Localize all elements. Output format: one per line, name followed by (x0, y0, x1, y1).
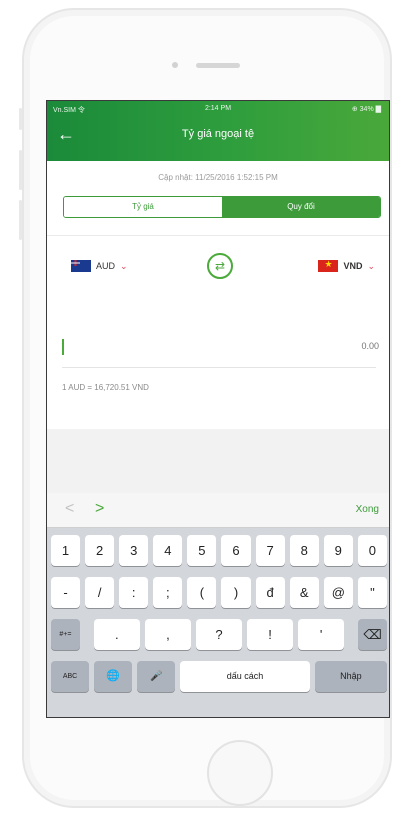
chevron-down-icon: ⌄ (367, 260, 375, 271)
key-4[interactable]: 4 (153, 535, 183, 566)
key-open-paren[interactable]: ( (187, 577, 217, 608)
key-1[interactable]: 1 (51, 535, 81, 566)
page-title: Tỷ giá ngoại tệ (181, 128, 255, 140)
converter-panel: Cập nhật: 11/25/2016 1:52:15 PM Tỷ giá Q… (47, 161, 389, 429)
australia-flag-icon (71, 260, 91, 272)
key-exclamation[interactable]: ! (247, 619, 294, 650)
keyboard: < > Xong 1 2 3 4 5 6 7 8 9 0 - / : ; ( )… (47, 493, 389, 717)
key-3[interactable]: 3 (119, 535, 149, 566)
key-ampersand[interactable]: & (289, 577, 319, 608)
key-dong[interactable]: đ (255, 577, 285, 608)
key-period[interactable]: . (93, 619, 140, 650)
volume-down-button[interactable] (19, 200, 22, 240)
key-8[interactable]: 8 (289, 535, 319, 566)
vietnam-flag-icon (318, 260, 339, 272)
globe-icon[interactable]: 🌐 (94, 661, 133, 692)
keyboard-row-symbols: - / : ; ( ) đ & @ " (51, 577, 387, 608)
key-dash[interactable]: - (51, 577, 81, 608)
key-colon[interactable]: : (119, 577, 149, 608)
tab-exchange-rate[interactable]: Tỷ giá (64, 197, 222, 217)
battery-label: ⊕ 34% ▇ (351, 106, 381, 113)
delete-icon[interactable]: ⌫ (358, 619, 387, 650)
key-0[interactable]: 0 (357, 535, 387, 566)
home-button[interactable] (207, 740, 273, 806)
next-field-button[interactable]: > (95, 500, 104, 518)
key-at[interactable]: @ (323, 577, 353, 608)
to-currency-selector[interactable]: VND ⌄ (318, 260, 375, 272)
clock-label: 2:14 PM (204, 105, 232, 112)
key-7[interactable]: 7 (255, 535, 285, 566)
app-screen: Vn.SIM 令 2:14 PM ⊕ 34% ▇ ← Tỷ giá ngoại … (46, 100, 390, 718)
keyboard-row-punctuation: #+= . , ? ! ' ⌫ (51, 619, 387, 650)
app-header: Vn.SIM 令 2:14 PM ⊕ 34% ▇ ← Tỷ giá ngoại … (47, 101, 389, 161)
from-currency-code: AUD (96, 261, 116, 271)
return-key[interactable]: Nhập (314, 661, 388, 692)
key-semicolon[interactable]: ; (153, 577, 183, 608)
abc-key[interactable]: ABC (51, 661, 90, 692)
mode-tabs: Tỷ giá Quy đổi (63, 196, 381, 218)
last-updated-text: Cập nhật: 11/25/2016 1:52:15 PM (158, 173, 278, 182)
tab-convert[interactable]: Quy đổi (222, 197, 380, 217)
amount-input[interactable] (179, 341, 379, 351)
key-close-paren[interactable]: ) (221, 577, 251, 608)
prev-field-button[interactable]: < (65, 500, 74, 518)
rate-text: 1 AUD = 16,720.51 VND (62, 383, 149, 392)
keyboard-row-digits: 1 2 3 4 5 6 7 8 9 0 (51, 535, 387, 566)
keyboard-accessory-bar: < > Xong (47, 493, 389, 528)
swap-icon[interactable]: ⇄ (207, 253, 233, 279)
text-cursor (62, 339, 64, 355)
chevron-down-icon: ⌄ (120, 260, 128, 271)
key-comma[interactable]: , (144, 619, 191, 650)
key-question[interactable]: ? (195, 619, 243, 650)
from-currency-selector[interactable]: AUD ⌄ (71, 260, 128, 272)
key-9[interactable]: 9 (323, 535, 353, 566)
space-key[interactable]: dấu cách (180, 661, 310, 692)
key-quote[interactable]: " (357, 577, 387, 608)
speaker-grille (196, 63, 240, 68)
divider (47, 235, 389, 236)
key-slash[interactable]: / (85, 577, 115, 608)
camera-icon (172, 62, 178, 68)
to-currency-code: VND (343, 261, 363, 271)
done-button[interactable]: Xong (356, 504, 379, 515)
key-5[interactable]: 5 (187, 535, 217, 566)
mute-switch[interactable] (19, 108, 22, 130)
key-6[interactable]: 6 (221, 535, 251, 566)
key-apostrophe[interactable]: ' (298, 619, 345, 650)
input-underline (62, 367, 376, 368)
microphone-icon[interactable]: 🎤 (137, 661, 176, 692)
volume-up-button[interactable] (19, 150, 22, 190)
symbols-mode-key[interactable]: #+= (51, 619, 80, 650)
keyboard-row-bottom: ABC 🌐 🎤 dấu cách Nhập (51, 661, 388, 692)
key-2[interactable]: 2 (85, 535, 115, 566)
